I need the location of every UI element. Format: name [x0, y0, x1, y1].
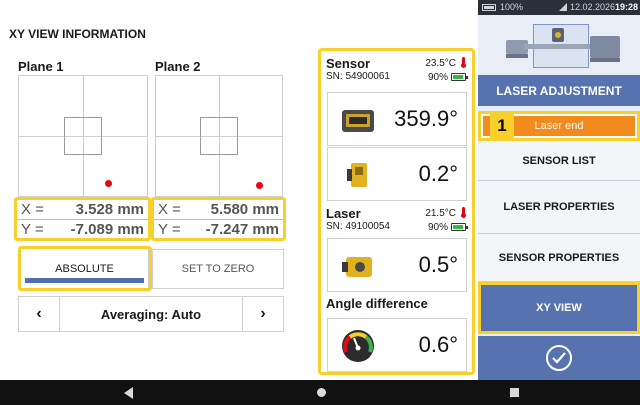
- plane-1-y-row: Y = -7.089 mm: [17, 219, 148, 238]
- sensor-serial: SN: 54900061: [326, 71, 390, 82]
- sensor-info-column: Sensor SN: 54900061 23.5°C 90% 359.9° 0.…: [318, 48, 475, 375]
- absolute-tab-label: ABSOLUTE: [55, 262, 114, 275]
- laser-temperature: 21.5°C: [425, 208, 456, 219]
- laser-unit-icon: [342, 257, 372, 277]
- sensor-name: Sensor: [326, 56, 371, 71]
- confirm-button[interactable]: [478, 336, 640, 380]
- plane-1-target-square: [64, 117, 102, 155]
- status-bar: 100% 12.02.2026 19:28: [478, 0, 640, 15]
- screen: XY VIEW INFORMATION Plane 1 Plane 2 X = …: [0, 0, 640, 405]
- chevron-left-icon[interactable]: ‹: [19, 297, 59, 331]
- plane-2-target-square: [200, 117, 238, 155]
- signal-icon: [559, 3, 567, 11]
- sensor-pitch-value: 0.2°: [418, 161, 458, 186]
- laser-adjustment-header: LASER ADJUSTMENT: [478, 75, 640, 106]
- mode-toggle-group: ABSOLUTE: [18, 246, 152, 291]
- set-to-zero-label: SET TO ZERO: [181, 263, 255, 275]
- angle-difference-value: 0.6°: [418, 332, 458, 357]
- plane-2-label: Plane 2: [155, 59, 201, 74]
- right-menu-panel: 100% 12.02.2026 19:28 LASER ADJUSTMENT L…: [478, 0, 640, 380]
- absolute-tab[interactable]: ABSOLUTE: [21, 249, 149, 288]
- status-time: 19:28: [615, 2, 639, 12]
- android-nav-bar: [0, 380, 640, 405]
- machine-train-image: [478, 16, 640, 74]
- nav-back-icon[interactable]: [124, 387, 133, 399]
- plane-1-readout: X = 3.528 mm Y = -7.089 mm: [14, 197, 151, 241]
- nav-recent-apps-icon[interactable]: [510, 388, 519, 397]
- sensor-roll-value-box: 359.9°: [327, 92, 467, 146]
- sensor-side-icon: [347, 163, 367, 187]
- battery-icon: [451, 73, 468, 81]
- set-to-zero-tab[interactable]: SET TO ZERO: [152, 249, 284, 289]
- status-date: 12.02.2026: [570, 2, 616, 12]
- laser-name: Laser: [326, 206, 361, 221]
- angle-difference-title: Angle difference: [326, 296, 428, 311]
- plane-2-readout: X = 5.580 mm Y = -7.247 mm: [151, 197, 286, 241]
- sensor-pitch-value-box: 0.2°: [327, 147, 467, 201]
- xy-view-button[interactable]: XY VIEW: [478, 282, 640, 334]
- plane-1-y-value: -7.089 mm: [70, 220, 144, 238]
- y-axis-label: Y =: [21, 220, 44, 238]
- gauge-icon: [342, 330, 374, 362]
- plane-2-y-row: Y = -7.247 mm: [154, 219, 283, 238]
- active-tab-indicator: [25, 278, 144, 283]
- thermometer-icon: [461, 57, 466, 68]
- chevron-right-icon[interactable]: ›: [243, 297, 283, 331]
- sensor-front-icon: [342, 110, 374, 132]
- plane-2-x-value: 5.580 mm: [210, 201, 279, 218]
- sensor-roll-value: 359.9°: [394, 106, 458, 131]
- x-axis-label: X =: [158, 201, 181, 218]
- laser-value-box: 0.5°: [327, 238, 467, 292]
- laser-header: Laser SN: 49100054 21.5°C 90%: [326, 206, 468, 236]
- battery-icon: [451, 223, 468, 231]
- plane-2-laser-point: [256, 182, 263, 189]
- checkmark-icon: [546, 345, 572, 371]
- sensor-header: Sensor SN: 54900061 23.5°C 90%: [326, 56, 468, 86]
- plane-2-target-view: [155, 75, 283, 197]
- machine-train-icon: [506, 28, 620, 62]
- plane-1-laser-point: [105, 180, 112, 187]
- status-battery-icon: [482, 4, 496, 11]
- sensor-properties-button[interactable]: SENSOR PROPERTIES: [478, 234, 640, 282]
- plane-1-x-row: X = 3.528 mm: [17, 200, 148, 219]
- plane-1-target-view: [18, 75, 148, 197]
- plane-1-label: Plane 1: [18, 59, 64, 74]
- averaging-label: Averaging: Auto: [59, 297, 243, 331]
- angle-difference-value-box: 0.6°: [327, 318, 467, 372]
- thermometer-icon: [461, 207, 466, 218]
- status-battery-text: 100%: [500, 2, 524, 12]
- nav-home-icon[interactable]: [317, 388, 326, 397]
- laser-battery-level: 90%: [427, 222, 448, 233]
- page-title: XY VIEW INFORMATION: [9, 27, 146, 41]
- y-axis-label: Y =: [158, 220, 181, 238]
- laser-serial: SN: 49100054: [326, 221, 390, 232]
- sensor-battery-level: 90%: [427, 72, 448, 83]
- sensor-list-button[interactable]: SENSOR LIST: [478, 141, 640, 181]
- plane-2-y-value: -7.247 mm: [205, 220, 279, 238]
- laser-value: 0.5°: [418, 252, 458, 277]
- plane-2-x-row: X = 5.580 mm: [154, 200, 283, 219]
- sensor-temperature: 23.5°C: [425, 58, 456, 69]
- plane-1-x-value: 3.528 mm: [75, 201, 144, 218]
- laser-properties-button[interactable]: LASER PROPERTIES: [478, 181, 640, 234]
- averaging-selector: ‹ Averaging: Auto ›: [18, 296, 284, 332]
- callout-badge: 1: [490, 113, 514, 139]
- x-axis-label: X =: [21, 201, 44, 218]
